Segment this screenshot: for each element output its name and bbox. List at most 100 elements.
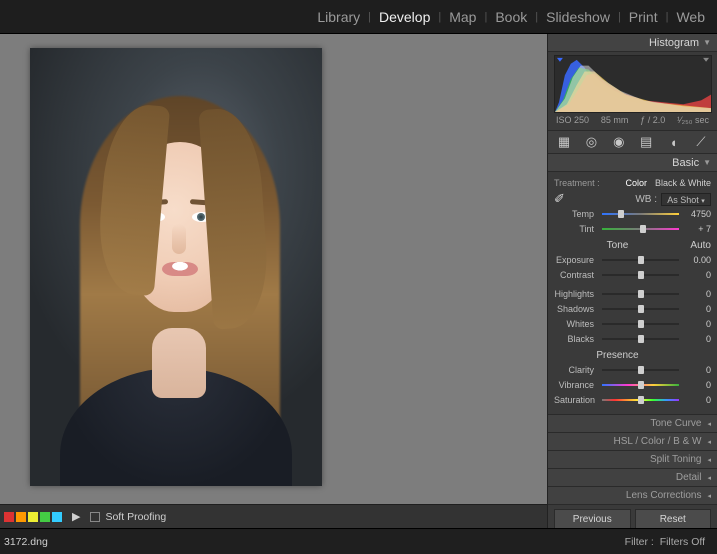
basic-header[interactable]: Basic ▼ xyxy=(548,154,717,172)
shadows-label: Shadows xyxy=(554,304,598,314)
contrast-label: Contrast xyxy=(554,270,598,280)
eyedropper-icon[interactable]: ✐ xyxy=(554,191,565,207)
filename: 3172.dng xyxy=(4,536,48,548)
temp-value[interactable]: 4750 xyxy=(683,209,711,219)
color-chip[interactable] xyxy=(16,512,26,522)
previous-button[interactable]: Previous xyxy=(554,509,631,529)
module-slideshow[interactable]: Slideshow xyxy=(538,9,618,25)
exif-shutter: ¹⁄₂₅₀ sec xyxy=(677,115,709,125)
module-picker: Library| Develop| Map| Book| Slideshow| … xyxy=(309,0,717,34)
module-develop[interactable]: Develop xyxy=(371,9,438,25)
contrast-value[interactable]: 0 xyxy=(683,270,711,280)
treatment-label: Treatment : xyxy=(554,178,600,188)
color-label-chips[interactable] xyxy=(2,512,62,522)
whites-value[interactable]: 0 xyxy=(683,319,711,329)
shadows-slider[interactable] xyxy=(602,306,679,312)
exif-iso: ISO 250 xyxy=(556,115,589,125)
shadows-value[interactable]: 0 xyxy=(683,304,711,314)
photo[interactable] xyxy=(30,48,322,486)
tint-value[interactable]: + 7 xyxy=(683,224,711,234)
splittoning-header[interactable]: Split Toning◂ xyxy=(548,450,717,468)
highlights-slider[interactable] xyxy=(602,291,679,297)
temp-label: Temp xyxy=(554,209,598,219)
chevron-right-icon: ◂ xyxy=(707,492,711,500)
blacks-slider[interactable] xyxy=(602,336,679,342)
tonecurve-header[interactable]: Tone Curve◂ xyxy=(548,414,717,432)
module-print[interactable]: Print xyxy=(621,9,666,25)
histogram-header[interactable]: Histogram ▼ xyxy=(548,34,717,52)
treatment-row: Treatment : Color Black & White xyxy=(554,175,711,191)
basic-panel: Treatment : Color Black & White ✐ WB : A… xyxy=(548,172,717,414)
local-tool-strip: ▦ ◎ ◉ ▤ ◖ ⟋ xyxy=(548,130,717,154)
chevron-right-icon: ◂ xyxy=(707,474,711,482)
color-chip[interactable] xyxy=(4,512,14,522)
tone-label: Tone xyxy=(554,240,681,251)
module-bar: Library| Develop| Map| Book| Slideshow| … xyxy=(0,0,717,34)
blacks-value[interactable]: 0 xyxy=(683,334,711,344)
highlights-value[interactable]: 0 xyxy=(683,289,711,299)
exif-focal: 85 mm xyxy=(601,115,629,125)
saturation-value[interactable]: 0 xyxy=(683,395,711,405)
blacks-label: Blacks xyxy=(554,334,598,344)
chevron-right-icon: ◂ xyxy=(707,438,711,446)
vibrance-value[interactable]: 0 xyxy=(683,380,711,390)
soft-proof-checkbox[interactable] xyxy=(90,512,100,522)
auto-tone-button[interactable]: Auto xyxy=(681,240,711,251)
lens-header[interactable]: Lens Corrections◂ xyxy=(548,486,717,504)
module-book[interactable]: Book xyxy=(487,9,535,25)
filter-label: Filter : xyxy=(625,536,654,548)
chevron-down-icon: ▼ xyxy=(703,38,711,47)
module-library[interactable]: Library xyxy=(309,9,368,25)
clarity-value[interactable]: 0 xyxy=(683,365,711,375)
treatment-color[interactable]: Color xyxy=(625,178,647,188)
chevron-right-icon: ◂ xyxy=(707,456,711,464)
color-chip[interactable] xyxy=(40,512,50,522)
module-map[interactable]: Map xyxy=(441,9,484,25)
reset-button[interactable]: Reset xyxy=(635,509,712,529)
histogram-title: Histogram xyxy=(649,37,699,49)
vibrance-label: Vibrance xyxy=(554,380,598,390)
presence-label: Presence xyxy=(554,350,681,361)
detail-header[interactable]: Detail◂ xyxy=(548,468,717,486)
crop-tool-icon[interactable]: ▦ xyxy=(554,133,574,151)
color-chip[interactable] xyxy=(28,512,38,522)
wb-dropdown[interactable]: As Shot ▾ xyxy=(661,193,711,206)
develop-right-panel: Histogram ▼ ISO 250 85 mm ƒ / 2.0 ¹⁄₂₅₀ … xyxy=(547,34,717,528)
temp-slider[interactable] xyxy=(602,211,679,217)
status-bar: 3172.dng Filter : Filters Off xyxy=(0,528,717,554)
graduated-tool-icon[interactable]: ▤ xyxy=(636,133,656,151)
exif-aperture: ƒ / 2.0 xyxy=(640,115,665,125)
exif-readout: ISO 250 85 mm ƒ / 2.0 ¹⁄₂₅₀ sec xyxy=(554,113,711,125)
wb-label: WB : xyxy=(571,194,661,205)
spot-tool-icon[interactable]: ◎ xyxy=(581,133,601,151)
filter-dropdown[interactable]: Filters Off xyxy=(660,536,705,548)
saturation-slider[interactable] xyxy=(602,397,679,403)
whites-slider[interactable] xyxy=(602,321,679,327)
tint-slider[interactable] xyxy=(602,226,679,232)
chevron-right-icon: ◂ xyxy=(707,420,711,428)
histogram[interactable]: ISO 250 85 mm ƒ / 2.0 ¹⁄₂₅₀ sec xyxy=(548,52,717,130)
clarity-slider[interactable] xyxy=(602,367,679,373)
module-web[interactable]: Web xyxy=(668,9,713,25)
brush-tool-icon[interactable]: ⟋ xyxy=(691,133,711,151)
hsl-header[interactable]: HSL / Color / B & W◂ xyxy=(548,432,717,450)
color-chip[interactable] xyxy=(52,512,62,522)
exposure-slider[interactable] xyxy=(602,257,679,263)
radial-tool-icon[interactable]: ◖ xyxy=(664,133,684,151)
contrast-slider[interactable] xyxy=(602,272,679,278)
whites-label: Whites xyxy=(554,319,598,329)
basic-title: Basic xyxy=(672,157,699,169)
saturation-label: Saturation xyxy=(554,395,598,405)
play-icon[interactable]: ▶ xyxy=(72,510,80,523)
clarity-label: Clarity xyxy=(554,365,598,375)
develop-toolbar: ▶ Soft Proofing xyxy=(0,504,547,528)
redeye-tool-icon[interactable]: ◉ xyxy=(609,133,629,151)
highlights-label: Highlights xyxy=(554,289,598,299)
vibrance-slider[interactable] xyxy=(602,382,679,388)
soft-proof-label: Soft Proofing xyxy=(105,511,166,523)
tint-label: Tint xyxy=(554,224,598,234)
loupe-canvas[interactable] xyxy=(0,34,547,504)
wb-row: ✐ WB : As Shot ▾ xyxy=(554,191,711,207)
exposure-value[interactable]: 0.00 xyxy=(683,255,711,265)
treatment-bw[interactable]: Black & White xyxy=(655,178,711,188)
